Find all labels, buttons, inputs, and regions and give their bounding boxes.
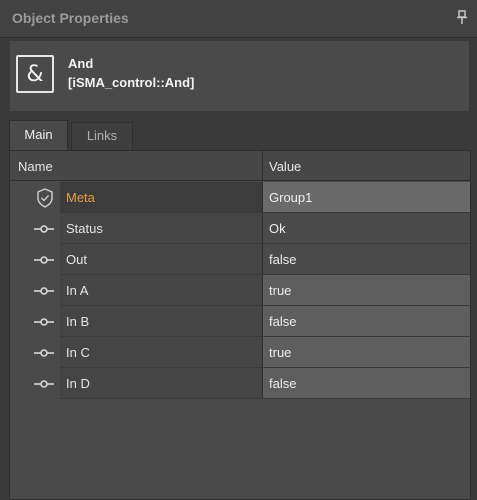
table-row[interactable]: In A true — [10, 275, 470, 306]
property-name: In A — [66, 283, 89, 298]
property-value: false — [269, 252, 297, 267]
slot-icon — [34, 318, 54, 326]
property-name: In D — [66, 376, 90, 391]
property-name: In C — [66, 345, 90, 360]
and-block-icon: & — [16, 55, 54, 93]
slot-icon — [34, 349, 54, 357]
object-type: [iSMA_control::And] — [68, 75, 195, 90]
column-header-value[interactable]: Value — [269, 159, 301, 174]
value-cell[interactable]: false — [262, 368, 470, 399]
name-cell[interactable]: In A — [60, 275, 262, 306]
value-cell[interactable]: false — [262, 244, 470, 275]
object-header: & And [iSMA_control::And] — [9, 40, 470, 112]
property-value: Group1 — [269, 190, 313, 205]
table-row[interactable]: Out false — [10, 244, 470, 275]
slot-icon — [34, 287, 54, 295]
table-row[interactable]: Status Ok — [10, 213, 470, 244]
tab-links[interactable]: Links — [71, 122, 133, 150]
slot-icon — [34, 256, 54, 264]
property-name: Status — [66, 221, 103, 236]
panel-title: Object Properties — [12, 10, 129, 26]
name-cell[interactable]: Out — [60, 244, 262, 275]
property-value: true — [269, 283, 292, 298]
value-cell[interactable]: Group1 — [262, 182, 470, 213]
table-header: Name Value — [10, 151, 470, 181]
property-name: In B — [66, 314, 90, 329]
value-cell[interactable]: Ok — [262, 213, 470, 244]
table-row[interactable]: In D false — [10, 368, 470, 399]
value-cell[interactable]: true — [262, 275, 470, 306]
property-value: false — [269, 314, 297, 329]
properties-table: Name Value Meta Group1 Status Ok Out false In … — [9, 150, 471, 500]
name-cell[interactable]: In B — [60, 306, 262, 337]
name-cell[interactable]: In C — [60, 337, 262, 368]
table-row[interactable]: In B false — [10, 306, 470, 337]
column-header-name[interactable]: Name — [18, 159, 53, 174]
shield-icon — [37, 188, 53, 208]
name-cell[interactable]: Status — [60, 213, 262, 244]
slot-icon — [34, 225, 54, 233]
property-value: Ok — [269, 221, 286, 236]
name-cell[interactable]: In D — [60, 368, 262, 399]
panel-title-bar: Object Properties — [0, 0, 477, 38]
property-value: true — [269, 345, 292, 360]
table-row[interactable]: Meta Group1 — [10, 182, 470, 213]
name-cell[interactable]: Meta — [60, 182, 262, 213]
property-name: Meta — [66, 190, 95, 205]
property-value: false — [269, 376, 297, 391]
object-name: And — [68, 56, 94, 71]
table-row[interactable]: In C true — [10, 337, 470, 368]
column-divider[interactable] — [262, 151, 263, 181]
value-cell[interactable]: true — [262, 337, 470, 368]
tab-main[interactable]: Main — [9, 120, 68, 150]
property-name: Out — [66, 252, 87, 267]
pin-icon[interactable] — [457, 10, 467, 24]
slot-icon — [34, 380, 54, 388]
value-cell[interactable]: false — [262, 306, 470, 337]
